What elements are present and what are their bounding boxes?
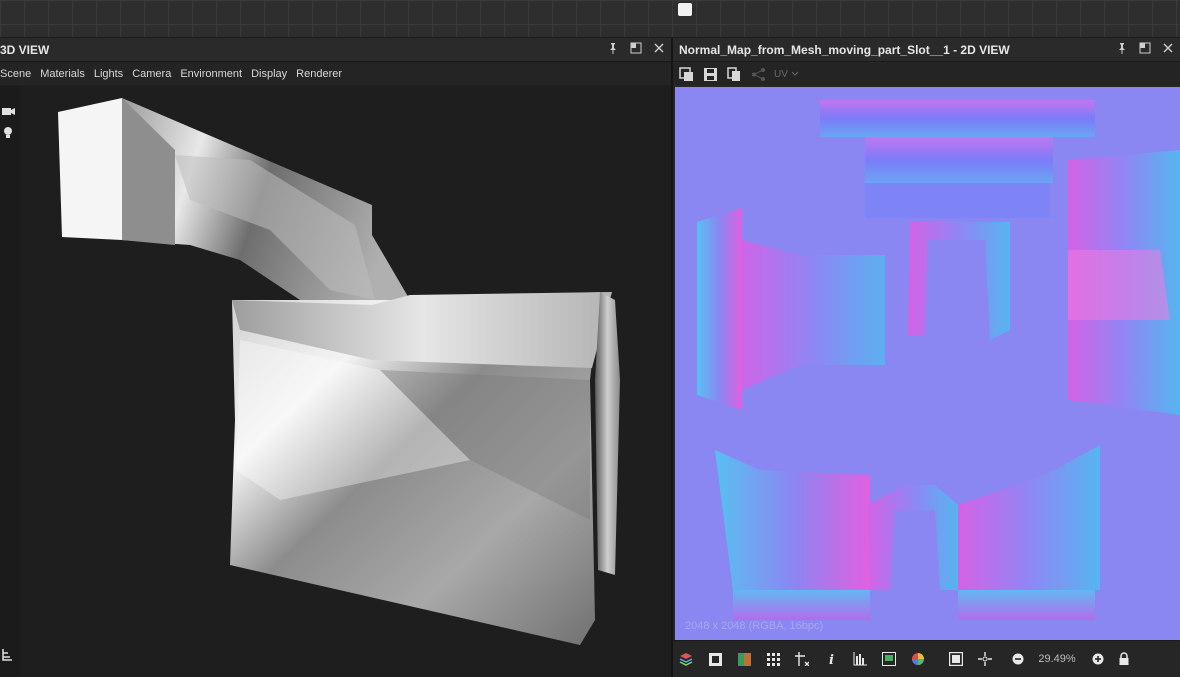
color-wheel-icon[interactable] (911, 652, 925, 666)
zoom-in-icon[interactable] (1091, 652, 1105, 666)
uv-label: UV (774, 68, 788, 80)
maximize-icon[interactable] (1138, 42, 1151, 57)
fit-icon[interactable] (949, 652, 963, 666)
light-bulb-icon[interactable] (2, 126, 16, 140)
3d-mesh-render (58, 98, 620, 645)
pin-icon[interactable] (606, 42, 619, 57)
3d-viewport[interactable] (20, 86, 671, 677)
tiling-icon[interactable] (795, 652, 809, 666)
menu-lights[interactable]: Lights (94, 68, 123, 80)
histogram-icon[interactable] (853, 652, 867, 666)
2d-view-toolbar: UV (673, 63, 1180, 85)
export-icon[interactable] (678, 66, 694, 82)
close-icon[interactable] (652, 42, 665, 57)
node-graph-strip[interactable] (0, 0, 1180, 38)
menu-camera[interactable]: Camera (132, 68, 171, 80)
2d-view-titlebar: Normal_Map_from_Mesh_moving_part_Slot__1… (673, 38, 1180, 62)
uv-select[interactable]: UV (774, 69, 799, 80)
3d-tool-strip (0, 86, 20, 677)
normal-map-texture (675, 87, 1180, 640)
menu-renderer[interactable]: Renderer (296, 68, 342, 80)
checker-icon[interactable] (708, 652, 722, 666)
pin-icon[interactable] (1115, 42, 1128, 57)
menu-scene[interactable]: Scene (0, 68, 31, 80)
info-icon[interactable]: i (824, 652, 838, 666)
zoom-out-icon[interactable] (1011, 652, 1025, 666)
grid-icon[interactable] (766, 652, 780, 666)
close-icon[interactable] (1161, 42, 1174, 57)
layers-icon[interactable] (679, 652, 693, 666)
3d-view-titlebar: 3D VIEW (0, 38, 671, 62)
maximize-icon[interactable] (629, 42, 642, 57)
view-icon[interactable] (882, 652, 896, 666)
share-icon[interactable] (750, 66, 766, 82)
menu-environment[interactable]: Environment (180, 68, 242, 80)
2d-view-panel: Normal_Map_from_Mesh_moving_part_Slot__1… (673, 38, 1180, 677)
chevron-down-icon (791, 69, 799, 80)
graph-node[interactable] (678, 3, 692, 16)
center-icon[interactable] (978, 652, 992, 666)
zoom-value[interactable]: 29.49% (1031, 653, 1083, 665)
svg-text:i: i (829, 653, 834, 666)
2d-view-statusbar: i 29.49% (673, 640, 1180, 677)
resolution-info: 2048 x 2048 (RGBA, 16bpc) (685, 620, 824, 632)
color-icon[interactable] (737, 652, 751, 666)
hierarchy-icon[interactable] (2, 648, 16, 662)
3d-view-menubar: Scene Materials Lights Camera Environmen… (0, 63, 671, 85)
panel-title: 3D VIEW (0, 42, 50, 57)
save-icon[interactable] (702, 66, 718, 82)
menu-materials[interactable]: Materials (40, 68, 85, 80)
lock-icon[interactable] (1117, 652, 1131, 666)
copy-icon[interactable] (726, 66, 742, 82)
panel-title: Normal_Map_from_Mesh_moving_part_Slot__1… (679, 42, 1010, 57)
2d-viewport[interactable]: 2048 x 2048 (RGBA, 16bpc) (675, 87, 1180, 640)
3d-view-panel: 3D VIEW Scene Materials Lights Camera En… (0, 38, 671, 677)
camera-icon[interactable] (2, 104, 16, 118)
menu-display[interactable]: Display (251, 68, 287, 80)
